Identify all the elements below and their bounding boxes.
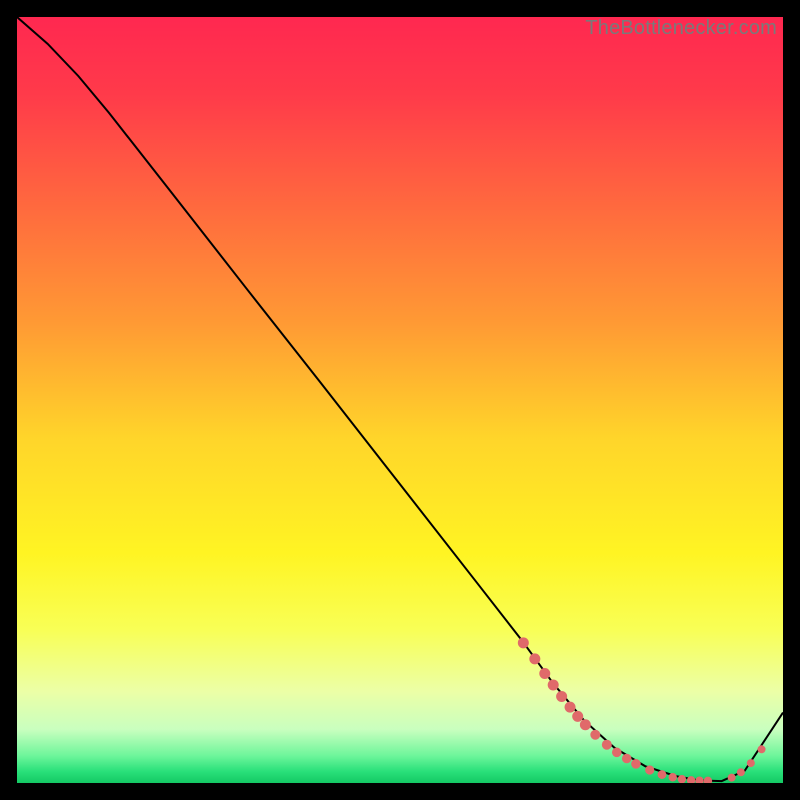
marker-dot: [612, 748, 622, 758]
marker-dot: [556, 691, 567, 702]
marker-dot: [645, 765, 654, 774]
marker-dot: [580, 719, 591, 730]
marker-dot: [565, 702, 576, 713]
chart-frame: TheBottlenecker.com: [17, 17, 783, 783]
marker-dot: [518, 637, 529, 648]
marker-dot: [529, 653, 540, 664]
marker-dot: [669, 773, 677, 781]
marker-dot: [548, 679, 559, 690]
marker-dot: [539, 668, 550, 679]
marker-dot: [737, 768, 745, 776]
marker-dot: [747, 759, 755, 767]
marker-dot: [631, 759, 641, 769]
marker-dot: [678, 775, 686, 783]
marker-dot: [758, 745, 766, 753]
marker-dot: [658, 770, 667, 779]
watermark-text: TheBottlenecker.com: [585, 17, 777, 40]
marker-dot: [590, 730, 600, 740]
marker-dot: [728, 774, 736, 782]
marker-dot: [602, 740, 612, 750]
gradient-background: [17, 17, 783, 783]
marker-dot: [622, 754, 632, 764]
chart-svg: [17, 17, 783, 783]
chart-plot: [17, 17, 783, 783]
marker-dot: [572, 711, 583, 722]
